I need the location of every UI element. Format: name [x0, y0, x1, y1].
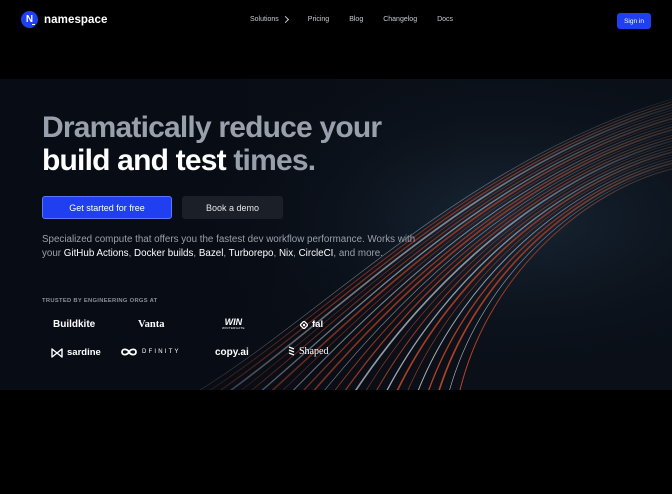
copyai-wordmark: copy.ai: [215, 347, 249, 358]
shaped-icon: [288, 346, 295, 356]
get-started-button[interactable]: Get started for free: [42, 196, 172, 219]
tool-turborepo: Turborepo: [228, 248, 274, 259]
sardine-wordmark: sardine: [67, 347, 101, 358]
namespace-logo-icon: N: [21, 11, 38, 28]
nav-link-label: Pricing: [307, 16, 330, 23]
top-nav: N namespace Solutions Pricing Blog Chang…: [0, 0, 672, 42]
nav-link-label: Solutions: [250, 16, 279, 23]
hero-headline: Dramatically reduce your build and test …: [42, 111, 382, 177]
nav-links: Solutions Pricing Blog Changelog Docs: [250, 15, 473, 24]
tool-docker-builds: Docker builds: [134, 248, 194, 259]
nav-link-label: Changelog: [383, 16, 418, 23]
logo-text: namespace: [44, 13, 108, 26]
copyai-logo: copy.ai: [215, 347, 249, 358]
nav-link-solutions[interactable]: Solutions: [250, 15, 289, 24]
tool-bazel: Bazel: [198, 248, 224, 259]
headline-line-1: Dramatically reduce your: [42, 111, 382, 144]
sardine-logo: sardine: [51, 347, 101, 358]
dfinity-logo: DFINITY: [120, 347, 181, 357]
dfinity-wordmark: DFINITY: [142, 349, 181, 355]
nav-link-changelog[interactable]: Changelog: [383, 16, 417, 23]
logo-link[interactable]: N namespace: [21, 11, 108, 28]
vanta-logo: Vanta: [138, 319, 164, 330]
nav-link-docs[interactable]: Docs: [437, 16, 453, 23]
nav-link-label: Docs: [437, 16, 454, 23]
hero-subcopy: Specialized compute that offers you the …: [42, 234, 416, 259]
landing-page: N namespace Solutions Pricing Blog Chang…: [0, 0, 672, 494]
vanta-wordmark: Vanta: [138, 319, 165, 330]
nav-link-label: Blog: [349, 16, 364, 23]
win-wordmark: WIN: [224, 317, 243, 327]
fal-wordmark: fal: [312, 319, 324, 330]
book-demo-button[interactable]: Book a demo: [182, 196, 283, 219]
shaped-wordmark: Shaped: [299, 346, 329, 357]
infinity-icon: [121, 348, 137, 356]
nav-link-pricing[interactable]: Pricing: [308, 16, 329, 23]
chevron-right-icon: [281, 15, 289, 24]
win-logo: WIN WINTERGATE: [222, 317, 245, 331]
hero-section: Dramatically reduce your build and test …: [0, 79, 672, 390]
shaped-logo: Shaped: [288, 346, 328, 357]
buildkite-logo: Buildkite: [53, 319, 95, 330]
nav-link-blog[interactable]: Blog: [349, 16, 363, 23]
headline-bright: build and test: [42, 144, 227, 177]
fal-diamond-icon: [300, 320, 308, 329]
sardine-icon: [51, 347, 63, 358]
fal-logo: fal: [300, 319, 323, 330]
tool-nix: Nix: [278, 248, 294, 259]
win-subtitle: WINTERGATE: [222, 326, 245, 330]
trusted-by-label: TRUSTED BY ENGINEERING ORGS AT: [42, 298, 158, 304]
tool-circleci: CircleCI: [298, 248, 334, 259]
headline-dim: times.: [233, 144, 316, 177]
subcopy-outro: , and more.: [333, 248, 383, 259]
tool-github-actions: GitHub Actions: [63, 248, 129, 259]
sign-in-button[interactable]: Sign in: [617, 13, 651, 29]
buildkite-wordmark: Buildkite: [53, 319, 96, 330]
